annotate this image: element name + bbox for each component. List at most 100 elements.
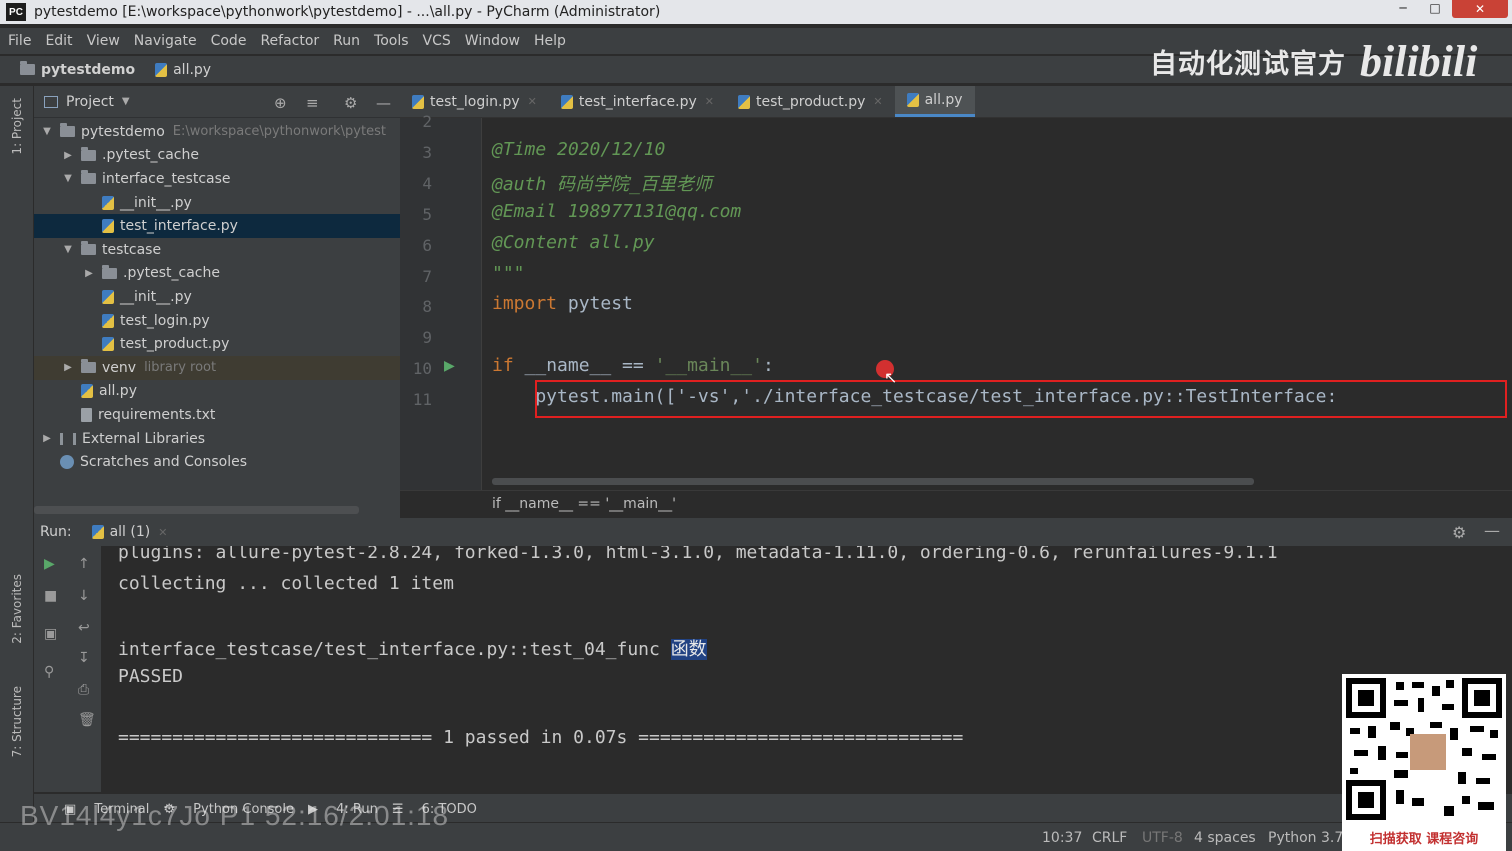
code-breadcrumb[interactable]: if __name__ == '__main__' bbox=[400, 490, 1512, 516]
expand-arrow-icon[interactable]: ▼ bbox=[61, 173, 75, 184]
editor-tab[interactable]: test_product.py ✕ bbox=[726, 86, 895, 117]
library-icon bbox=[60, 432, 76, 445]
python-file-icon bbox=[81, 384, 93, 399]
python-file-icon bbox=[102, 195, 114, 210]
trash-icon[interactable]: 🗑 bbox=[78, 712, 96, 728]
tree-item[interactable]: ▶ venv library root bbox=[34, 355, 400, 380]
tree-item[interactable]: test_product.py bbox=[34, 332, 400, 356]
menu-tools[interactable]: Tools bbox=[374, 33, 409, 49]
left-tool-strip: 1: Project 2: Favorites 7: Structure bbox=[0, 86, 34, 846]
expand-arrow-icon[interactable]: ▼ bbox=[61, 244, 75, 255]
close-button[interactable]: ✕ bbox=[1452, 0, 1508, 18]
bilibili-logo: bilibili bbox=[1360, 37, 1478, 86]
menu-view[interactable]: View bbox=[87, 33, 120, 49]
maximize-button[interactable]: □ bbox=[1422, 0, 1448, 16]
down-arrow-icon[interactable]: ↓ bbox=[78, 588, 90, 604]
project-horizontal-scrollbar[interactable] bbox=[34, 506, 359, 514]
code-line: @Content all.py bbox=[492, 232, 655, 253]
indent-setting[interactable]: 4 spaces bbox=[1194, 830, 1256, 846]
tree-item[interactable]: test_interface.py bbox=[34, 214, 400, 238]
code-text: @auth 码尚学院_百里老师 bbox=[492, 173, 712, 195]
menu-vcs[interactable]: VCS bbox=[423, 33, 451, 49]
tool-tab-project[interactable]: 1: Project bbox=[10, 98, 24, 155]
menu-refactor[interactable]: Refactor bbox=[260, 33, 319, 49]
collapse-arrow-icon[interactable]: ▶ bbox=[82, 268, 96, 279]
editor-tab-label: test_login.py bbox=[430, 93, 520, 110]
tree-item[interactable]: ▶ .pytest_cache bbox=[34, 262, 400, 286]
locate-icon[interactable]: ⊕ bbox=[274, 94, 287, 112]
menu-navigate[interactable]: Navigate bbox=[134, 33, 197, 49]
tree-item[interactable]: __init__.py bbox=[34, 191, 400, 215]
line-number: 7 bbox=[422, 266, 432, 286]
pin-icon[interactable]: ⚲ bbox=[44, 664, 54, 680]
python-file-icon bbox=[155, 62, 168, 77]
layout-icon[interactable]: ▣ bbox=[44, 626, 57, 642]
file-encoding[interactable]: UTF-8 bbox=[1142, 830, 1183, 846]
close-icon[interactable]: ✕ bbox=[528, 95, 537, 108]
menu-run[interactable]: Run bbox=[333, 33, 360, 49]
gear-icon[interactable]: ⚙ bbox=[344, 94, 357, 112]
nav-project[interactable]: pytestdemo bbox=[20, 61, 135, 78]
print-icon[interactable]: ⎙ bbox=[78, 682, 89, 698]
python-file-icon bbox=[906, 93, 919, 107]
tree-item[interactable]: __init__.py bbox=[34, 285, 400, 309]
caret-position[interactable]: 10:37 bbox=[1042, 830, 1082, 846]
collapse-all-icon[interactable]: ≡ bbox=[306, 94, 319, 112]
hide-icon[interactable]: — bbox=[1484, 521, 1500, 540]
hide-icon[interactable]: — bbox=[376, 94, 391, 112]
tree-item[interactable]: ▼ pytestdemo E:\workspace\pythonwork\pytes… bbox=[34, 120, 400, 144]
editor-tab[interactable]: all.py bbox=[894, 86, 975, 117]
line-separator[interactable]: CRLF bbox=[1092, 830, 1127, 846]
tree-item[interactable]: ▶ External Libraries bbox=[34, 427, 400, 451]
tree-item[interactable]: all.py bbox=[34, 380, 400, 404]
chevron-down-icon[interactable]: ▼ bbox=[122, 96, 130, 107]
line-number: 4 bbox=[422, 173, 432, 193]
menu-code[interactable]: Code bbox=[211, 33, 247, 49]
run-tab-label: all (1) bbox=[109, 524, 151, 540]
editor-horizontal-scrollbar[interactable] bbox=[492, 478, 1254, 485]
run-gutter-icon[interactable]: ▶ bbox=[444, 358, 455, 374]
minimize-button[interactable]: ─ bbox=[1388, 0, 1418, 16]
tool-tab-structure[interactable]: 7: Structure bbox=[10, 686, 24, 757]
collapse-arrow-icon[interactable]: ▶ bbox=[61, 362, 75, 373]
rerun-icon[interactable]: ▶ bbox=[44, 556, 55, 572]
nav-file[interactable]: all.py bbox=[155, 62, 211, 78]
soft-wrap-icon[interactable]: ↩ bbox=[78, 620, 90, 636]
run-header: Run: all (1) ✕ ⚙ — bbox=[34, 518, 1512, 546]
close-icon[interactable]: ✕ bbox=[705, 95, 714, 108]
mouse-pointer-icon: ↖ bbox=[884, 368, 898, 387]
tree-item[interactable]: requirements.txt bbox=[34, 403, 400, 427]
selected-text: 函数 bbox=[670, 639, 707, 660]
menu-window[interactable]: Window bbox=[465, 33, 520, 49]
close-icon[interactable]: ✕ bbox=[158, 526, 167, 539]
expand-arrow-icon[interactable]: ▼ bbox=[40, 126, 54, 137]
gear-icon[interactable]: ⚙ bbox=[1452, 523, 1466, 542]
run-console[interactable]: plugins: allure-pytest-2.8.24, forked-1.… bbox=[102, 546, 1512, 792]
scroll-to-end-icon[interactable]: ↧ bbox=[78, 650, 90, 666]
up-arrow-icon[interactable]: ↑ bbox=[78, 556, 90, 572]
menu-help[interactable]: Help bbox=[534, 33, 566, 49]
editor-tab[interactable]: test_interface.py ✕ bbox=[549, 86, 726, 117]
python-interpreter[interactable]: Python 3.7 bbox=[1268, 830, 1343, 846]
stop-icon[interactable]: ■ bbox=[44, 588, 57, 604]
editor-tab-label: all.py bbox=[924, 92, 963, 108]
run-tab[interactable]: all (1) ✕ bbox=[91, 524, 167, 540]
editor-tabs: test_login.py ✕ test_interface.py ✕ test_pro… bbox=[400, 86, 1512, 118]
collapse-arrow-icon[interactable]: ▶ bbox=[61, 150, 75, 161]
tree-item[interactable]: ▼ testcase bbox=[34, 238, 400, 262]
code-editor[interactable]: 2 3 @Time 2020/12/10 4 @auth 码尚学院_百里老师 5 @Emai… bbox=[400, 112, 1512, 490]
tree-item[interactable]: test_login.py bbox=[34, 309, 400, 333]
tool-tab-favorites[interactable]: 2: Favorites bbox=[10, 574, 24, 644]
menu-edit[interactable]: Edit bbox=[45, 33, 72, 49]
project-dropdown[interactable]: Project bbox=[66, 94, 114, 110]
collapse-arrow-icon[interactable]: ▶ bbox=[40, 433, 54, 444]
python-file-icon bbox=[102, 289, 114, 304]
close-icon[interactable]: ✕ bbox=[873, 95, 882, 108]
tree-item[interactable]: ▶ .pytest_cache bbox=[34, 144, 400, 168]
tree-item[interactable]: Scratches and Consoles bbox=[34, 450, 400, 474]
code-line: if __name__ == '__main__': bbox=[492, 355, 774, 376]
menu-file[interactable]: File bbox=[8, 33, 31, 49]
editor-tab-label: test_product.py bbox=[756, 93, 866, 110]
tree-item[interactable]: ▼ interface_testcase bbox=[34, 167, 400, 191]
code-keyword: import bbox=[492, 293, 558, 315]
